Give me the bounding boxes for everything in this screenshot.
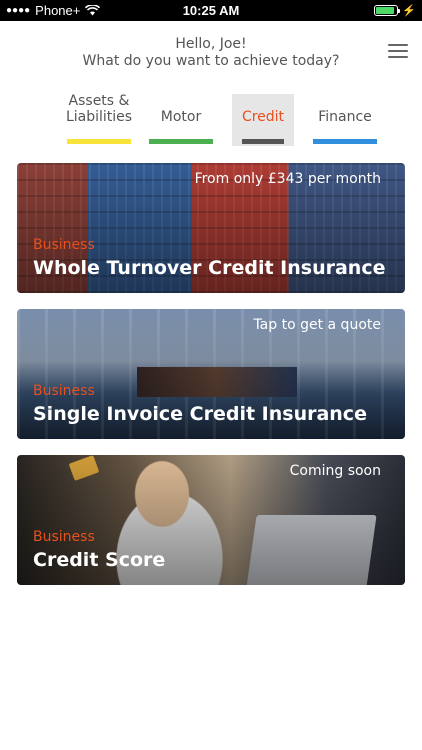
charging-icon: ⚡ [402,5,416,17]
tab-label: Motor [160,109,202,125]
status-right: ⚡ [374,4,416,17]
card-category: Business [33,237,95,253]
tab-motor[interactable]: Motor [140,94,222,146]
card-title: Credit Score [33,549,166,571]
battery-icon [374,5,401,16]
tab-label: Assets & Liabilities [65,93,133,125]
tab-finance[interactable]: Finance [304,94,386,146]
card-category: Business [33,529,95,545]
greeting-line-2: What do you want to achieve today? [82,53,340,69]
tab-underline [242,139,284,144]
greeting: Hello, Joe! What do you want to achieve … [0,36,422,70]
status-time: 10:25 AM [182,3,240,18]
greeting-line-1: Hello, Joe! [175,36,247,52]
tab-credit[interactable]: Credit [232,94,294,146]
tab-underline [149,139,213,144]
hamburger-menu-icon[interactable] [388,44,408,60]
card-tagline: Coming soon [289,463,381,479]
tab-label: Finance [318,109,372,125]
card-credit-score[interactable]: Coming soon Business Credit Score [17,455,405,585]
card-tagline: Tap to get a quote [253,317,381,333]
tab-underline [67,139,131,144]
card-category: Business [33,383,95,399]
tab-underline [313,139,377,144]
card-whole-turnover-credit-insurance[interactable]: From only £343 per month Business Whole … [17,163,405,293]
card-tagline: From only £343 per month [194,171,381,187]
card-title: Whole Turnover Credit Insurance [33,257,386,279]
tab-assets-liabilities[interactable]: Assets & Liabilities [58,93,140,146]
status-bar: ●●●● Phone+ 10:25 AM ⚡ [0,0,422,21]
category-tabs: Assets & Liabilities Motor Credit Financ… [58,93,386,146]
card-title: Single Invoice Credit Insurance [33,403,367,425]
card-single-invoice-credit-insurance[interactable]: Tap to get a quote Business Single Invoi… [17,309,405,439]
tab-label: Credit [241,109,285,125]
